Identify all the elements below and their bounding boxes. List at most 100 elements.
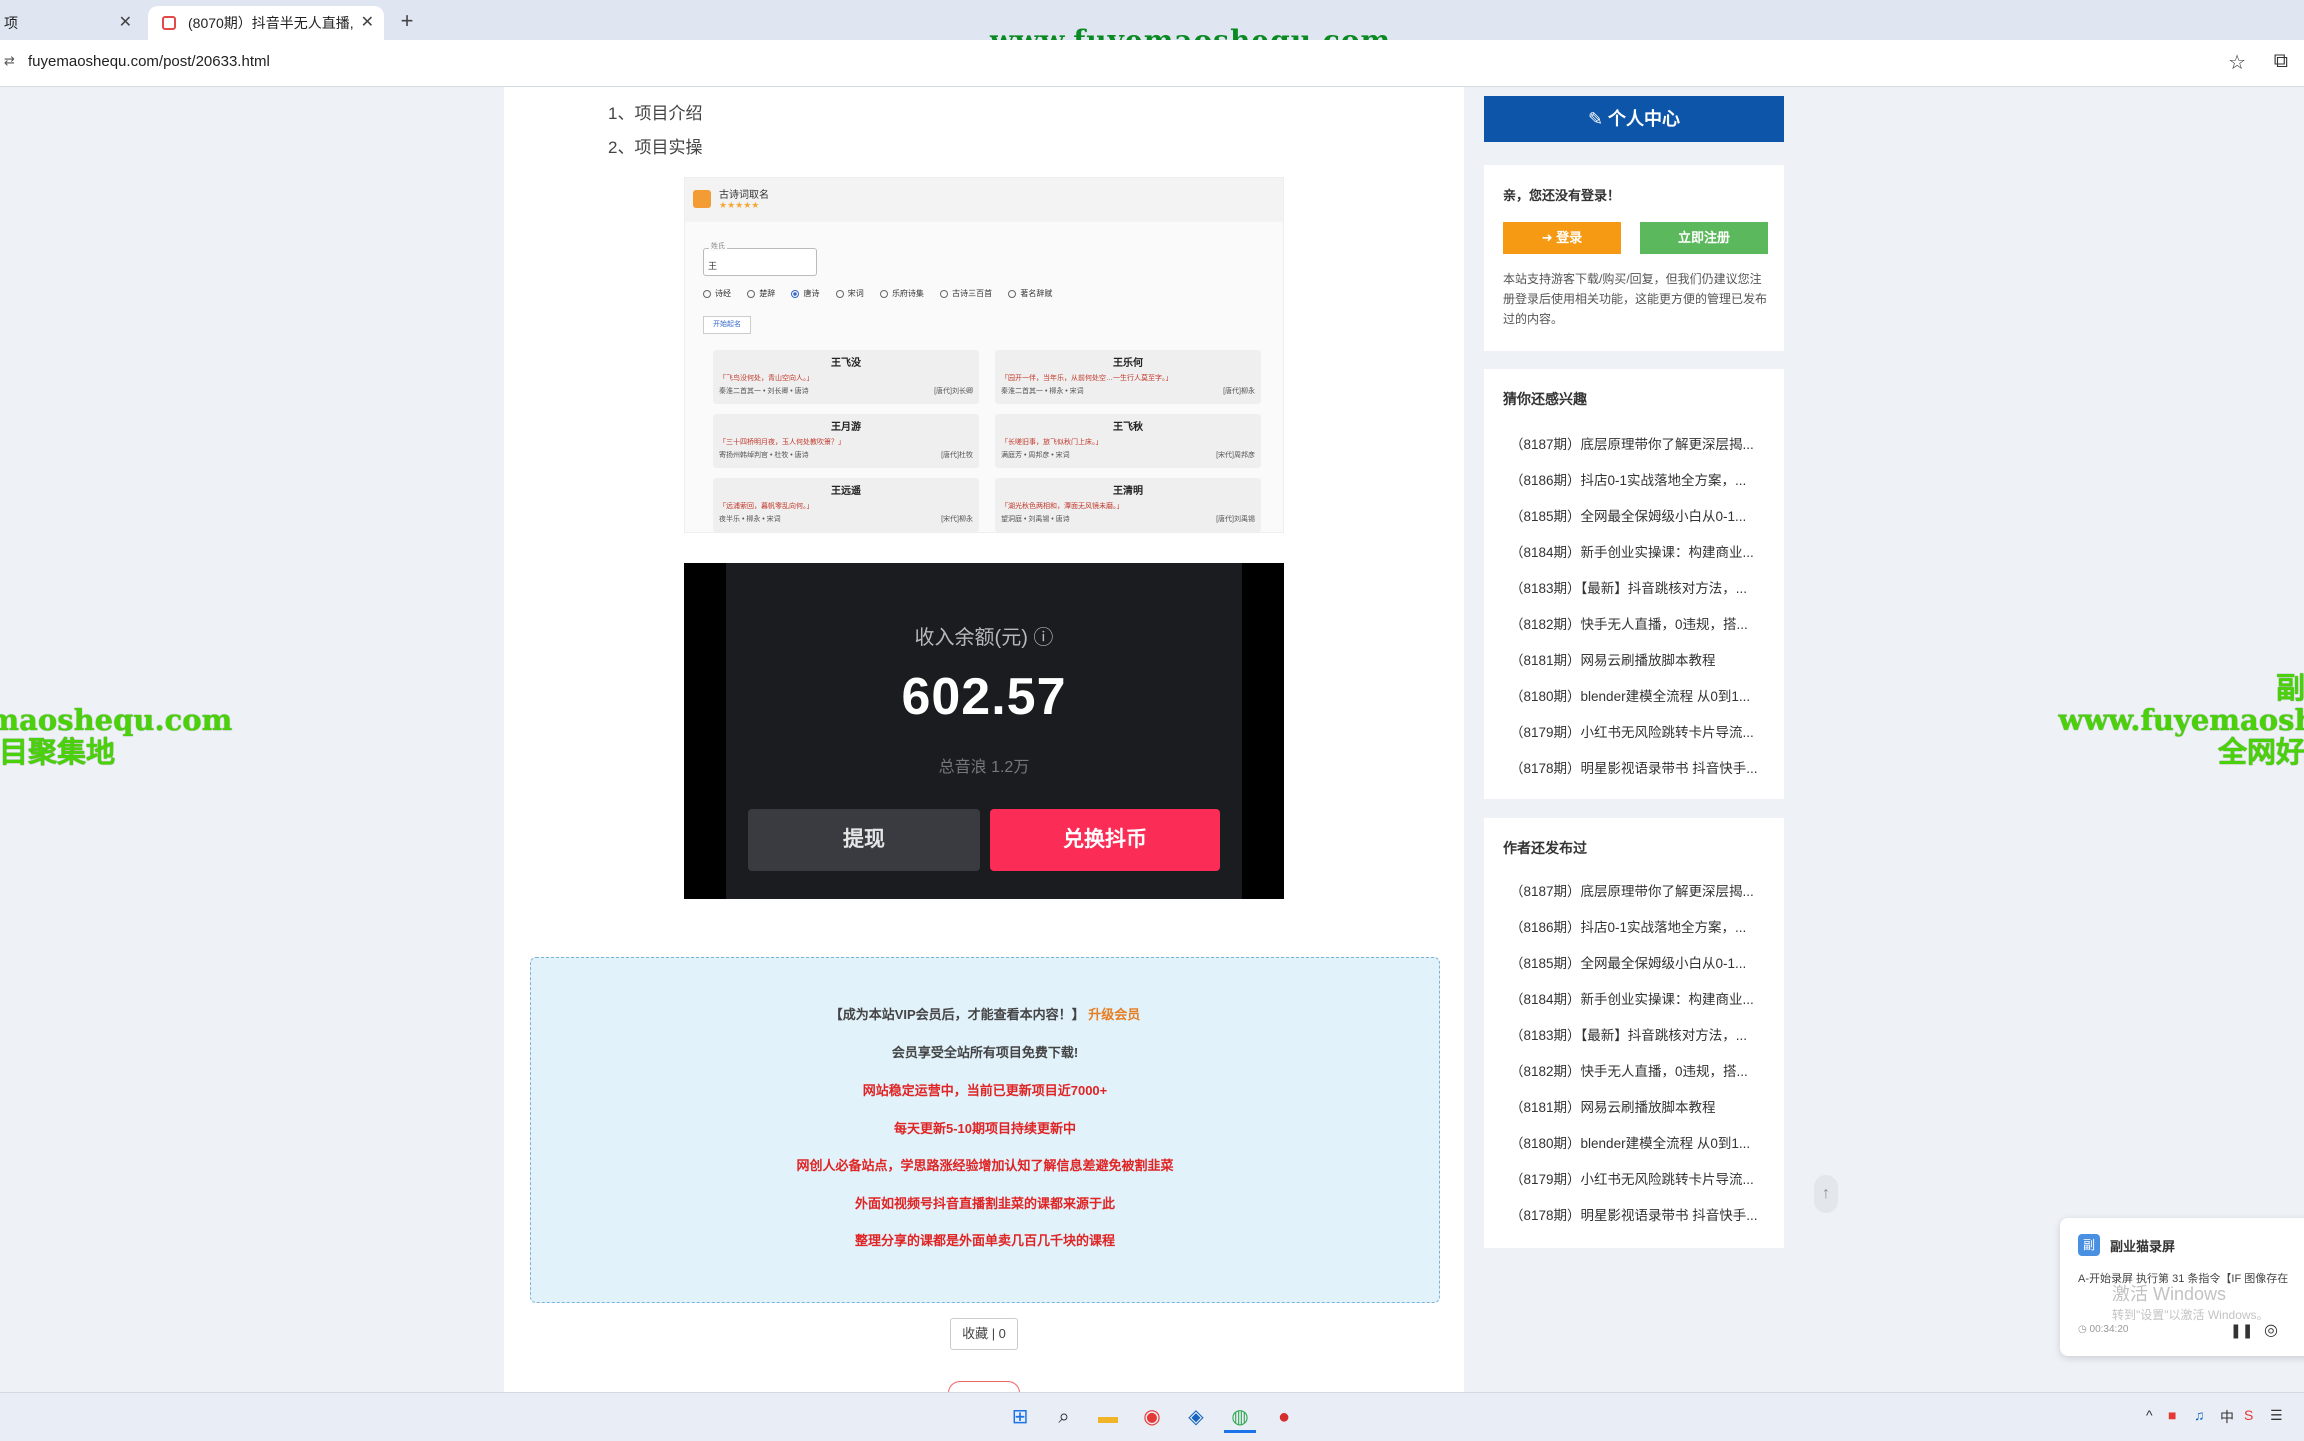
table-of-contents: 1、项目介绍 2、项目实操: [608, 97, 702, 165]
extensions-icon[interactable]: ⧉: [2274, 50, 2288, 73]
scroll-to-top-button[interactable]: ↑: [1814, 1175, 1838, 1213]
url-input[interactable]: fuyemaoshequ.com/post/20633.html: [28, 53, 270, 70]
tray-app-icon[interactable]: ☰: [2270, 1407, 2283, 1424]
post-link[interactable]: （8187期）底层原理带你了解更深层揭...: [1510, 880, 1772, 900]
source-radio-group: 诗经 楚辞 唐诗 宋词 乐府诗集 古诗三百首 著名辞赋: [703, 288, 1066, 299]
watermark-right: 副业 www.fuyemaoshe 全网好项: [2058, 671, 2304, 769]
address-bar: ⇄ fuyemaoshequ.com/post/20633.html ☆ ⧉: [0, 40, 2304, 87]
tray-app-icon[interactable]: ■: [2168, 1407, 2176, 1423]
vip-red-line: 每天更新5-10期项目持续更新中: [893, 1121, 1077, 1136]
login-panel: 亲，您还没有登录！ ➜ 登录 立即注册 本站支持游客下载/购买/回复，但我们仍建…: [1484, 165, 1784, 351]
search-icon[interactable]: ⌕: [1048, 1401, 1080, 1433]
close-icon[interactable]: ✕: [361, 6, 374, 40]
chrome-icon[interactable]: ◍: [1224, 1401, 1256, 1433]
exchange-button: 兑换抖币: [990, 809, 1220, 871]
radio-option: 古诗三百首: [940, 289, 992, 298]
name-card: 王清明 「湖光秋色两相和，潭面无风镜未磨。」 望洞庭 • 刘禹锡 • 唐诗 [唐代…: [995, 478, 1261, 532]
favorite-button[interactable]: 收藏 | 0: [950, 1318, 1018, 1350]
pause-icon[interactable]: ❚❚: [2230, 1322, 2253, 1339]
post-link[interactable]: （8185期）全网最全保姆级小白从0-1...: [1510, 505, 1772, 525]
panel-title: 猜你还感兴趣: [1503, 391, 1587, 407]
user-center-button[interactable]: ✎ 个人中心: [1484, 96, 1784, 142]
name-card: 王月游 「三十四桥明月夜，玉人何处教吹箫？」 寄扬州韩绰判官 • 杜牧 • 唐诗…: [713, 414, 979, 468]
post-link[interactable]: （8186期）抖店0-1实战落地全方案，...: [1510, 469, 1772, 489]
name-card: 王飞没 「飞鸟没何处，青山空向人。」 秦淮二首其一 • 刘长卿 • 唐诗 [唐代]…: [713, 350, 979, 404]
surname-field: 王: [703, 248, 817, 276]
article-content: 1、项目介绍 2、项目实操 古诗词取名 ★★★★★ 王 姓氏 诗经 楚辞 唐诗 …: [504, 87, 1464, 1392]
app-icon[interactable]: ◈: [1180, 1401, 1212, 1433]
tab-title: (8070期）抖音半无人直播,: [188, 15, 354, 31]
login-button[interactable]: ➜ 登录: [1503, 222, 1621, 254]
bookmark-star-icon[interactable]: ☆: [2228, 50, 2246, 75]
toc-item: 1、项目介绍: [608, 104, 703, 123]
panel-title: 作者还发布过: [1503, 840, 1587, 856]
recorder-notification: 副 副业猫录屏 A-开始录屏 执行第 31 条指令【IF 图像存在 激活 Win…: [2060, 1218, 2304, 1356]
vip-line-1: 【成为本站VIP会员后，才能查看本内容！】 升级会员: [829, 1007, 1141, 1022]
vip-notice-box: 【成为本站VIP会员后，才能查看本内容！】 升级会员 会员享受全站所有项目免费下…: [530, 957, 1440, 1303]
edit-icon: ✎: [1587, 109, 1609, 129]
vip-red-line: 网创人必备站点，学思路涨经验增加认知了解信息差避免被割韭菜: [796, 1158, 1174, 1173]
windows-start-icon[interactable]: ⊞: [1004, 1401, 1036, 1433]
surname-label: 姓氏: [709, 241, 727, 251]
post-link[interactable]: （8181期）网易云刷播放脚本教程: [1510, 1096, 1772, 1116]
douyin-income-screenshot: 收入余额(元) ⓘ 602.57 总音浪 1.2万 提现 兑换抖币: [684, 563, 1284, 899]
recorder-icon[interactable]: ●: [1268, 1401, 1300, 1433]
related-posts-panel: 猜你还感兴趣 （8187期）底层原理带你了解更深层揭... （8186期）抖店0…: [1484, 369, 1784, 799]
generate-button: 开始起名: [703, 316, 751, 334]
name-card: 王乐何 「园开一伴，当年乐，从前何处空…一生行人莫至字。」 秦淮二首其一 • 柳…: [995, 350, 1261, 404]
post-link[interactable]: （8181期）网易云刷播放脚本教程: [1510, 649, 1772, 669]
post-link[interactable]: （8185期）全网最全保姆级小白从0-1...: [1510, 952, 1772, 972]
tab-previous[interactable]: 项 ✕: [0, 6, 142, 40]
login-icon: ➜: [1541, 230, 1557, 245]
income-panel: 收入余额(元) ⓘ 602.57 总音浪 1.2万 提现 兑换抖币: [726, 563, 1242, 899]
rating-stars: ★★★★★: [719, 200, 760, 210]
site-favicon-icon: [162, 16, 176, 30]
radio-option: 宋词: [835, 289, 864, 298]
clock-icon: ◷: [2078, 1324, 2090, 1335]
watermark-left: 区 emaoshequ.com 项目聚集地: [0, 703, 233, 769]
stop-record-icon[interactable]: ◎: [2264, 1320, 2278, 1340]
app-header: 古诗词取名 ★★★★★: [685, 178, 1283, 222]
post-link[interactable]: （8180期）blender建模全流程 从0到1...: [1510, 685, 1772, 705]
post-link[interactable]: （8180期）blender建模全流程 从0到1...: [1510, 1132, 1772, 1152]
app-icon[interactable]: ◉: [1136, 1401, 1168, 1433]
tab-current[interactable]: (8070期）抖音半无人直播, ✕: [148, 6, 384, 40]
site-info-icon[interactable]: ⇄: [4, 54, 18, 68]
partial-button[interactable]: [948, 1381, 1020, 1392]
name-card: 王飞秋 「长嗟旧事，旅飞似秋门上床。」 满庭芳 • 周邦彦 • 宋词 [宋代]周邦…: [995, 414, 1261, 468]
post-link[interactable]: （8183期）【最新】抖音跳核对方法，...: [1510, 577, 1772, 597]
post-link[interactable]: （8178期）明星影视语录带书 抖音快手...: [1510, 757, 1772, 777]
post-link[interactable]: （8187期）底层原理带你了解更深层揭...: [1510, 433, 1772, 453]
close-icon[interactable]: ✕: [119, 6, 132, 40]
post-link[interactable]: （8179期）小红书无风险跳转卡片导流...: [1510, 721, 1772, 741]
web-page: 1、项目介绍 2、项目实操 古诗词取名 ★★★★★ 王 姓氏 诗经 楚辞 唐诗 …: [0, 87, 2304, 1392]
register-button[interactable]: 立即注册: [1640, 222, 1768, 254]
post-link[interactable]: （8178期）明星影视语录带书 抖音快手...: [1510, 1204, 1772, 1224]
balance-label: 收入余额(元) ⓘ: [914, 627, 1054, 649]
app-name: 古诗词取名: [719, 190, 769, 201]
vip-red-line: 整理分享的课都是外面单卖几百几千块的课程: [854, 1233, 1115, 1248]
post-link[interactable]: （8186期）抖店0-1实战落地全方案，...: [1510, 916, 1772, 936]
radio-option: 唐诗: [791, 289, 819, 298]
post-link[interactable]: （8183期）【最新】抖音跳核对方法，...: [1510, 1024, 1772, 1044]
post-link[interactable]: （8182期）快手无人直播，0违规，搭...: [1510, 613, 1772, 633]
post-link[interactable]: （8184期）新手创业实操课：构建商业...: [1510, 541, 1772, 561]
vip-red-line: 网站稳定运营中，当前已更新项目近7000+: [862, 1083, 1108, 1098]
tray-language[interactable]: 中: [2220, 1407, 2234, 1427]
upgrade-member-link[interactable]: 升级会员: [1088, 1007, 1140, 1022]
tray-app-icon[interactable]: S: [2244, 1407, 2253, 1423]
vip-line-2: 会员享受全站所有项目免费下载!: [891, 1045, 1079, 1060]
naming-app-screenshot: 古诗词取名 ★★★★★ 王 姓氏 诗经 楚辞 唐诗 宋词 乐府诗集 古诗三百首 …: [684, 177, 1284, 533]
new-tab-button[interactable]: +: [392, 6, 422, 36]
activate-windows-watermark: 激活 Windows: [2112, 1284, 2227, 1304]
tray-expand-icon[interactable]: ^: [2146, 1407, 2153, 1423]
radio-option: 诗经: [703, 289, 731, 298]
windows-taskbar: ⊞ ⌕ ▬ ◉ ◈ ◍ ● ^ ■ ♫ 中 S ☰: [0, 1392, 2304, 1441]
tray-app-icon[interactable]: ♫: [2194, 1407, 2205, 1423]
radio-option: 著名辞赋: [1008, 289, 1052, 298]
post-link[interactable]: （8184期）新手创业实操课：构建商业...: [1510, 988, 1772, 1008]
post-link[interactable]: （8182期）快手无人直播，0违规，搭...: [1510, 1060, 1772, 1080]
app-logo-icon: [693, 190, 711, 208]
file-explorer-icon[interactable]: ▬: [1092, 1401, 1124, 1433]
post-link[interactable]: （8179期）小红书无风险跳转卡片导流...: [1510, 1168, 1772, 1188]
